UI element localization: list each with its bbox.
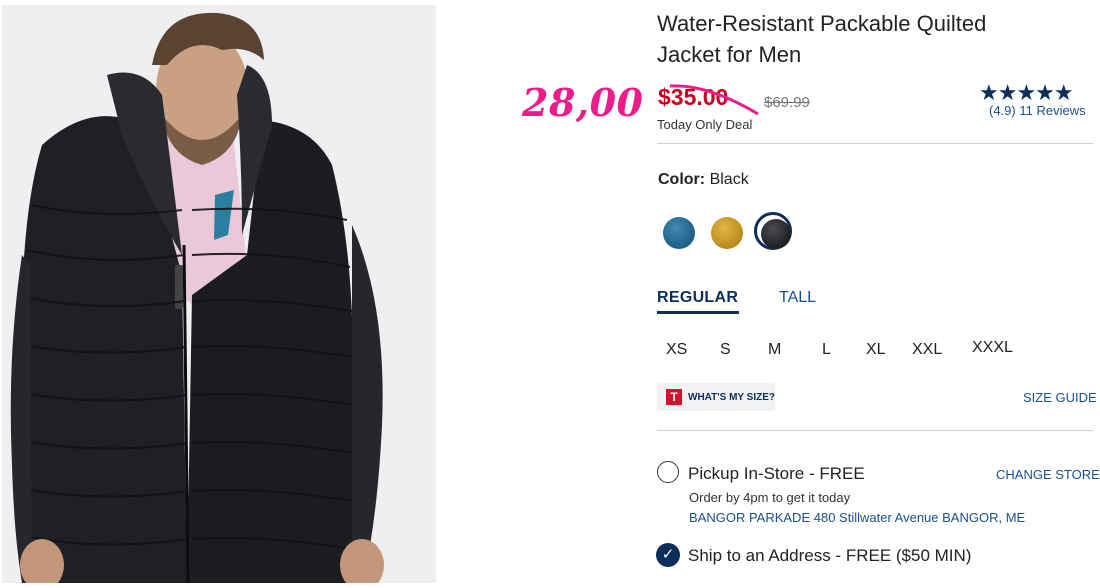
product-title: Water-Resistant Packable Quilted Jacket … xyxy=(657,8,1077,70)
store-address-link[interactable]: BANGOR PARKADE 480 Stillwater Avenue BAN… xyxy=(689,510,1025,525)
pickup-label[interactable]: Pickup In-Store - FREE xyxy=(688,464,865,484)
tab-tall[interactable]: TALL xyxy=(779,289,816,307)
color-label: Color: Black xyxy=(658,171,749,189)
jacket-photo-illustration xyxy=(2,5,436,583)
ship-radio-checked-icon[interactable]: ✓ xyxy=(656,543,680,567)
product-title-line1: Water-Resistant Packable Quilted xyxy=(657,11,987,36)
active-tab-underline xyxy=(657,311,739,314)
reviews-count[interactable]: 11 Reviews xyxy=(1019,103,1085,118)
color-swatch-gold[interactable] xyxy=(711,217,743,249)
size-option-xxl[interactable]: XXL xyxy=(912,341,942,359)
size-guide-link[interactable]: SIZE GUIDE xyxy=(1023,390,1097,405)
color-swatch-teal[interactable] xyxy=(663,217,695,249)
pickup-radio[interactable] xyxy=(657,461,679,483)
rating-link[interactable]: (4.9) 11 Reviews xyxy=(989,103,1086,118)
whats-my-size-label[interactable]: WHAT'S MY SIZE? xyxy=(688,392,775,403)
size-option-m[interactable]: M xyxy=(768,341,781,359)
color-label-title: Color: xyxy=(658,171,706,188)
truefit-logo-icon: T xyxy=(666,389,682,405)
color-swatch-black[interactable] xyxy=(761,219,791,249)
size-option-xs[interactable]: XS xyxy=(666,341,687,359)
divider xyxy=(657,143,1093,144)
size-option-s[interactable]: S xyxy=(720,341,731,359)
sale-price: $35.00 xyxy=(658,84,729,110)
color-selected-value: Black xyxy=(709,171,749,188)
original-price: $69.99 xyxy=(764,94,810,111)
size-option-xl[interactable]: XL xyxy=(866,341,886,359)
product-image[interactable] xyxy=(2,5,436,583)
handwritten-price-overlay: 28,00 xyxy=(522,80,644,125)
size-option-l[interactable]: L xyxy=(822,341,831,359)
rating-value: (4.9) xyxy=(989,103,1016,118)
product-title-line2: Jacket for Men xyxy=(657,42,802,67)
deal-label: Today Only Deal xyxy=(657,117,753,132)
tab-regular[interactable]: REGULAR xyxy=(657,289,738,307)
change-store-link[interactable]: CHANGE STORE xyxy=(996,467,1100,482)
divider xyxy=(657,430,1093,431)
ship-label[interactable]: Ship to an Address - FREE ($50 MIN) xyxy=(688,546,971,566)
rating-stars-icon[interactable]: ★★★★★ xyxy=(979,82,1074,104)
size-option-xxxl[interactable]: XXXL xyxy=(972,339,1013,357)
pickup-note: Order by 4pm to get it today xyxy=(689,490,851,505)
